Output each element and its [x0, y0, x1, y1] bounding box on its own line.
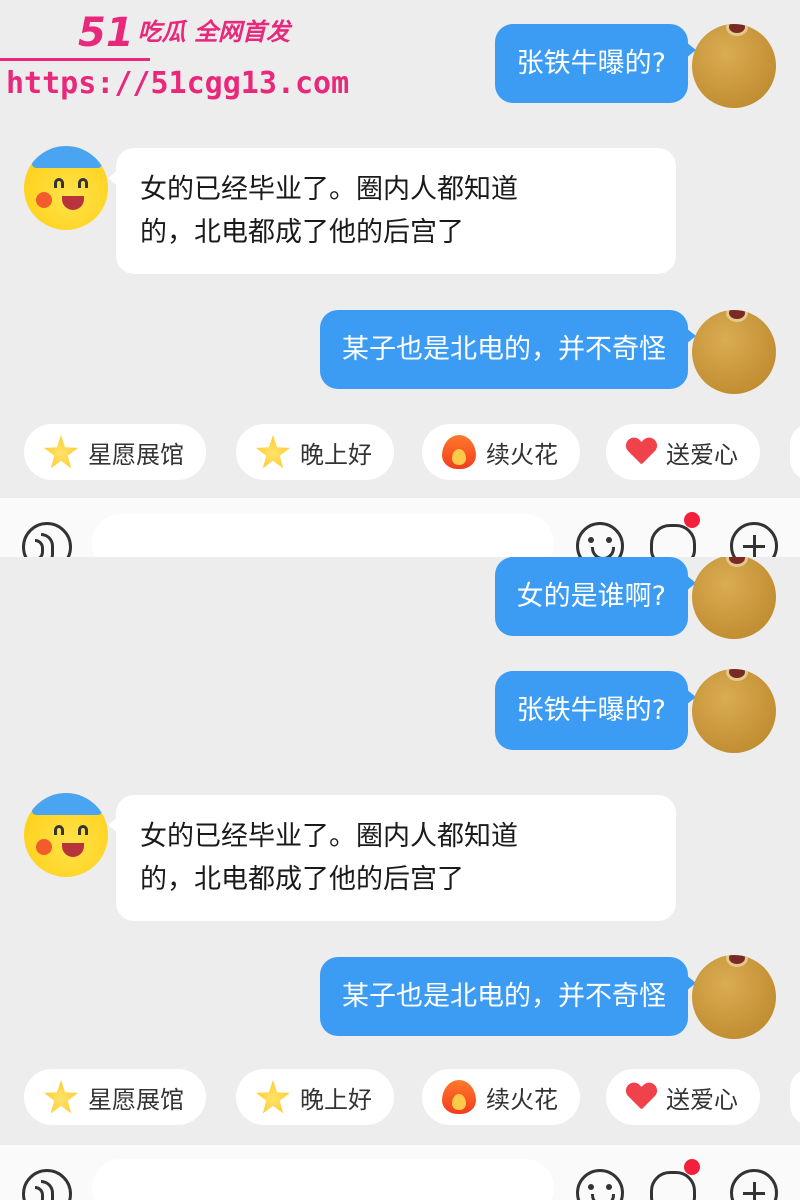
- message-line: 女的已经毕业了。圈内人都知道: [140, 821, 518, 852]
- plus-icon[interactable]: [730, 1169, 778, 1200]
- chat-screen-bottom: 女的是谁啊? 张铁牛曝的? 女的已经毕业了。圈内人都知道 的，北电都成了他的后宫…: [0, 557, 800, 1200]
- quick-reply-chip[interactable]: 星愿展馆: [24, 424, 206, 480]
- quick-reply-chip[interactable]: 晚上好: [236, 1069, 394, 1125]
- quick-reply-chip[interactable]: 送爱心: [606, 1069, 760, 1125]
- emoji-icon[interactable]: [576, 522, 624, 557]
- contact-avatar[interactable]: [24, 146, 108, 230]
- watermark-url: https://51cgg13.com: [6, 66, 350, 101]
- outgoing-message[interactable]: 某子也是北电的，并不奇怪: [320, 957, 696, 1036]
- plus-icon[interactable]: [730, 522, 778, 557]
- chip-label: 送爱心: [666, 1085, 738, 1114]
- fire-icon: [442, 435, 476, 469]
- chip-label: 星愿展馆: [88, 440, 184, 469]
- user-avatar[interactable]: [692, 955, 776, 1039]
- quick-reply-chip[interactable]: 续火花: [422, 424, 580, 480]
- heart-icon: [626, 438, 656, 466]
- incoming-message[interactable]: 女的已经毕业了。圈内人都知道 的，北电都成了他的后宫了: [108, 148, 676, 274]
- chip-label: 星愿展馆: [88, 1085, 184, 1114]
- user-avatar[interactable]: [692, 557, 776, 639]
- notification-dot: [684, 1159, 700, 1175]
- incoming-message[interactable]: 女的已经毕业了。圈内人都知道 的，北电都成了他的后宫了: [108, 795, 676, 921]
- chip-label: 晚上好: [300, 1085, 372, 1114]
- message-input[interactable]: [92, 1159, 554, 1200]
- watermark-number: 51: [78, 10, 134, 56]
- outgoing-message[interactable]: 张铁牛曝的?: [494, 24, 697, 103]
- user-avatar[interactable]: [692, 669, 776, 753]
- outgoing-message[interactable]: 张铁牛曝的?: [494, 671, 697, 750]
- watermark-tag: 吃瓜 全网首发: [137, 18, 291, 46]
- user-avatar[interactable]: [692, 24, 776, 108]
- outgoing-message[interactable]: 某子也是北电的，并不奇怪: [320, 310, 696, 389]
- chip-label: 晚上好: [300, 440, 372, 469]
- chip-label: 送爱心: [666, 440, 738, 469]
- star-smile-icon: [256, 435, 290, 469]
- sticker-icon[interactable]: [648, 1159, 700, 1200]
- message-line: 的，北电都成了他的后宫了: [140, 864, 464, 895]
- input-bar: [0, 498, 800, 557]
- user-avatar[interactable]: [692, 310, 776, 394]
- quick-reply-chip-overflow[interactable]: [790, 424, 800, 480]
- outgoing-message[interactable]: 女的是谁啊?: [494, 557, 697, 636]
- watermark-underline: [0, 58, 150, 61]
- star-face-icon: [44, 1080, 78, 1114]
- fire-icon: [442, 1080, 476, 1114]
- input-bar: [0, 1145, 800, 1200]
- voice-icon[interactable]: [22, 1169, 72, 1200]
- notification-dot: [684, 512, 700, 528]
- chip-label: 续火花: [486, 440, 558, 469]
- message-line: 的，北电都成了他的后宫了: [140, 217, 464, 248]
- sticker-icon[interactable]: [648, 512, 700, 557]
- star-smile-icon: [256, 1080, 290, 1114]
- quick-reply-chip[interactable]: 送爱心: [606, 424, 760, 480]
- star-face-icon: [44, 435, 78, 469]
- quick-reply-chip-overflow[interactable]: [790, 1069, 800, 1125]
- message-line: 女的已经毕业了。圈内人都知道: [140, 174, 518, 205]
- chip-label: 续火花: [486, 1085, 558, 1114]
- quick-reply-chip[interactable]: 星愿展馆: [24, 1069, 206, 1125]
- emoji-icon[interactable]: [576, 1169, 624, 1200]
- voice-icon[interactable]: [22, 522, 72, 557]
- quick-reply-chip[interactable]: 晚上好: [236, 424, 394, 480]
- contact-avatar[interactable]: [24, 793, 108, 877]
- message-input[interactable]: [92, 514, 554, 557]
- heart-icon: [626, 1083, 656, 1111]
- watermark-brand: 51 吃瓜 全网首发: [78, 10, 290, 56]
- quick-reply-chip[interactable]: 续火花: [422, 1069, 580, 1125]
